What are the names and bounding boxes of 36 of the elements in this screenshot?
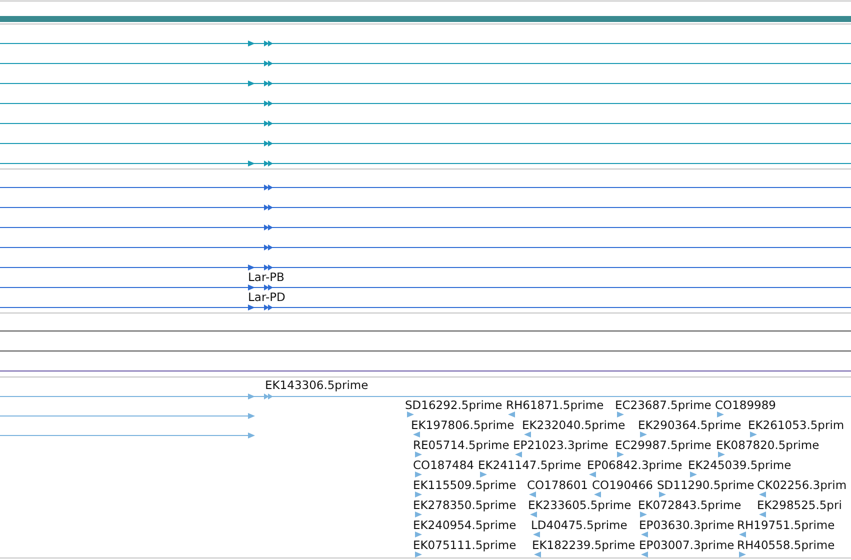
est-label: RH61871.5prime bbox=[506, 398, 604, 412]
est-label: EK261053.5prim bbox=[748, 418, 844, 432]
est-label: EP03007.3prime bbox=[639, 538, 734, 552]
est-label: CO187484 bbox=[413, 458, 474, 472]
est-label: EK075111.5prime bbox=[413, 538, 516, 552]
est-label: EP06842.3prime bbox=[587, 458, 682, 472]
feature-label: Lar-PD bbox=[248, 290, 286, 304]
est-label: EK298525.5pri bbox=[757, 498, 842, 512]
est-label: SD11290.5prime bbox=[657, 478, 754, 492]
feature-label: EK143306.5prime bbox=[265, 378, 368, 392]
est-label: SD16292.5prime bbox=[405, 398, 502, 412]
est-label: EK245039.5prime bbox=[688, 458, 792, 472]
est-label: EK240954.5prime bbox=[413, 518, 516, 532]
est-label: EK290364.5prime bbox=[638, 418, 742, 432]
est-label: EK233605.5prime bbox=[528, 498, 632, 512]
est-label: EK087820.5prime bbox=[716, 438, 820, 452]
est-label: EK241147.5prime bbox=[478, 458, 582, 472]
est-label: EK232040.5prime bbox=[522, 418, 626, 432]
est-label: EK182239.5prime bbox=[532, 538, 636, 552]
est-label: LD40475.5prime bbox=[531, 518, 628, 532]
est-label: RH40558.5prime bbox=[737, 538, 835, 552]
est-label: EP21023.3prime bbox=[513, 438, 608, 452]
est-label: EK072843.5prime bbox=[638, 498, 742, 512]
est-label: CO178601 bbox=[527, 478, 588, 492]
est-label: CK02256.3prim bbox=[757, 478, 847, 492]
est-label: EC23687.5prime bbox=[615, 398, 712, 412]
est-label: RH19751.5prime bbox=[737, 518, 835, 532]
est-label: CO189989 bbox=[715, 398, 776, 412]
est-label: EC29987.5prime bbox=[615, 438, 712, 452]
est-label: EK197806.5prime bbox=[411, 418, 514, 432]
est-label: EP03630.3prime bbox=[639, 518, 734, 532]
est-label: EK278350.5prime bbox=[413, 498, 516, 512]
est-label: RE05714.5prime bbox=[413, 438, 510, 452]
est-label: EK115509.5prime bbox=[413, 478, 516, 492]
feature-label: Lar-PB bbox=[248, 270, 284, 284]
est-label: CO190466 bbox=[592, 478, 653, 492]
